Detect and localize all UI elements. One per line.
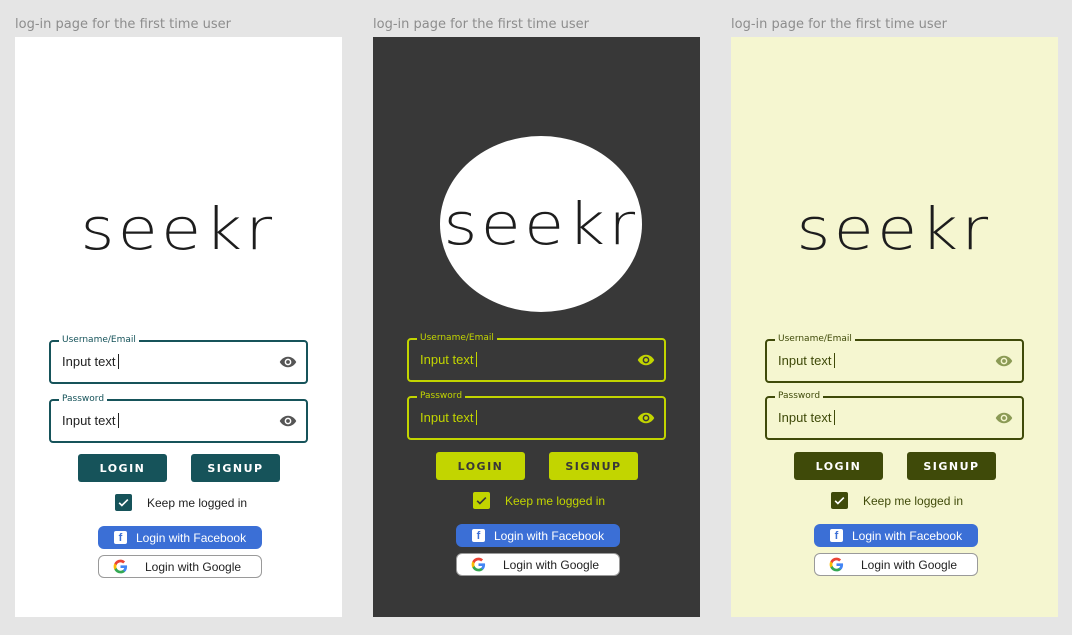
password-field[interactable]: Password Input text: [407, 390, 666, 440]
login-button[interactable]: LOGIN: [794, 452, 883, 480]
checkmark-icon: [834, 496, 845, 505]
logo-text: seekr: [797, 195, 992, 263]
username-input[interactable]: Input text: [778, 353, 836, 368]
username-field[interactable]: Username/Email Input text: [407, 332, 666, 382]
eye-icon[interactable]: [994, 409, 1014, 427]
username-value: Input text: [778, 353, 832, 368]
text-caret: [118, 354, 120, 369]
keep-logged-in-label: Keep me logged in: [863, 493, 964, 508]
checkbox[interactable]: [831, 492, 848, 509]
facebook-login-label: Login with Facebook: [852, 528, 963, 543]
checkbox[interactable]: [115, 494, 132, 511]
logo: seekr: [15, 199, 342, 259]
logo-text: seekr: [443, 190, 639, 258]
facebook-login-button[interactable]: f Login with Facebook: [456, 524, 620, 547]
eye-icon[interactable]: [278, 412, 298, 430]
username-label: Username/Email: [775, 333, 855, 345]
keep-logged-in[interactable]: Keep me logged in: [115, 494, 247, 511]
password-input[interactable]: Input text: [420, 410, 478, 425]
login-screen-dark: seekr Username/Email Input text Password…: [373, 37, 700, 617]
checkmark-icon: [476, 496, 487, 505]
frame-caption-cream: log-in page for the first time user: [731, 17, 947, 32]
password-field[interactable]: Password Input text: [765, 390, 1024, 440]
eye-icon[interactable]: [636, 409, 656, 427]
keep-logged-in[interactable]: Keep me logged in: [831, 492, 963, 509]
text-caret: [834, 410, 836, 425]
password-value: Input text: [62, 413, 116, 428]
signup-button[interactable]: SIGNUP: [191, 454, 280, 482]
text-caret: [118, 413, 120, 428]
frame-caption-light: log-in page for the first time user: [15, 17, 231, 32]
google-login-button[interactable]: Login with Google: [98, 555, 262, 578]
signup-button[interactable]: SIGNUP: [549, 452, 638, 480]
facebook-icon: f: [830, 529, 843, 542]
logo: seekr: [440, 136, 642, 312]
text-caret: [476, 352, 478, 367]
google-login-label: Login with Google: [145, 559, 242, 574]
login-screen-light: seekr Username/Email Input text Password…: [15, 37, 342, 617]
facebook-login-button[interactable]: f Login with Facebook: [814, 524, 978, 547]
login-button[interactable]: LOGIN: [436, 452, 525, 480]
username-input[interactable]: Input text: [420, 352, 478, 367]
signup-button[interactable]: SIGNUP: [907, 452, 996, 480]
checkbox[interactable]: [473, 492, 490, 509]
google-icon: [471, 557, 486, 572]
google-login-label: Login with Google: [503, 557, 600, 572]
eye-icon[interactable]: [636, 351, 656, 369]
facebook-login-label: Login with Facebook: [494, 528, 605, 543]
password-field[interactable]: Password Input text: [49, 393, 308, 443]
keep-logged-in-label: Keep me logged in: [505, 493, 606, 508]
eye-icon[interactable]: [994, 352, 1014, 370]
facebook-icon: f: [472, 529, 485, 542]
facebook-login-button[interactable]: f Login with Facebook: [98, 526, 262, 549]
logo-text: seekr: [81, 195, 276, 263]
text-caret: [834, 353, 836, 368]
password-label: Password: [775, 390, 824, 402]
frame-caption-dark: log-in page for the first time user: [373, 17, 589, 32]
google-icon: [829, 557, 844, 572]
keep-logged-in[interactable]: Keep me logged in: [473, 492, 605, 509]
logo: seekr: [731, 199, 1058, 259]
keep-logged-in-label: Keep me logged in: [147, 495, 248, 510]
google-login-button[interactable]: Login with Google: [456, 553, 620, 576]
username-label: Username/Email: [417, 332, 497, 344]
password-value: Input text: [778, 410, 832, 425]
username-field[interactable]: Username/Email Input text: [49, 334, 308, 384]
username-value: Input text: [62, 354, 116, 369]
password-value: Input text: [420, 410, 474, 425]
checkmark-icon: [118, 498, 129, 507]
password-label: Password: [417, 390, 466, 402]
username-field[interactable]: Username/Email Input text: [765, 333, 1024, 383]
eye-icon[interactable]: [278, 353, 298, 371]
password-label: Password: [59, 393, 108, 405]
password-input[interactable]: Input text: [62, 413, 120, 428]
username-value: Input text: [420, 352, 474, 367]
login-screen-cream: seekr Username/Email Input text Password…: [731, 37, 1058, 617]
facebook-icon: f: [114, 531, 127, 544]
username-input[interactable]: Input text: [62, 354, 120, 369]
password-input[interactable]: Input text: [778, 410, 836, 425]
login-button[interactable]: LOGIN: [78, 454, 167, 482]
google-login-label: Login with Google: [861, 557, 958, 572]
text-caret: [476, 410, 478, 425]
google-icon: [113, 559, 128, 574]
username-label: Username/Email: [59, 334, 139, 346]
facebook-login-label: Login with Facebook: [136, 530, 247, 545]
google-login-button[interactable]: Login with Google: [814, 553, 978, 576]
